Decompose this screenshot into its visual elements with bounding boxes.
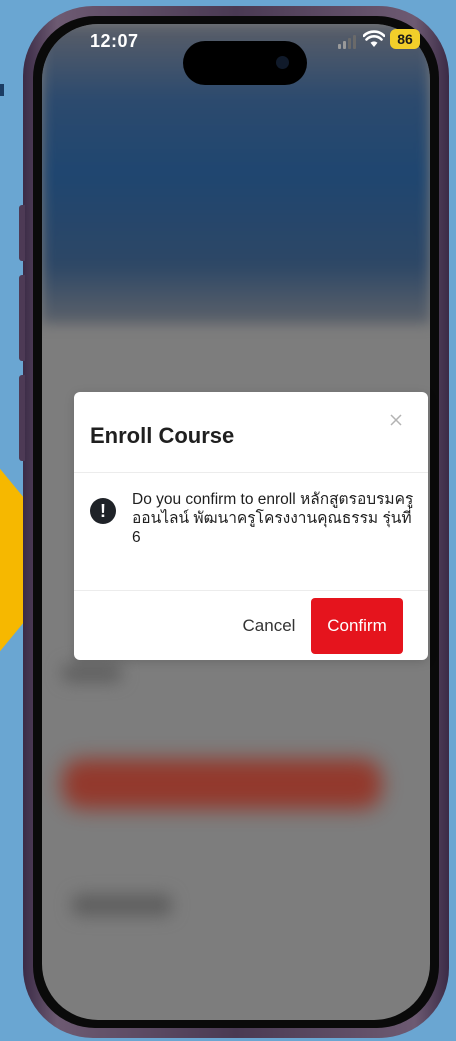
cellular-signal-icon [338,33,358,49]
blurred-text [72,894,172,916]
side-button [19,375,25,461]
volume-down-button [19,275,25,361]
dialog-title: Enroll Course [90,423,235,448]
exclamation-circle-icon: ! [90,498,116,524]
dialog-footer-divider [74,590,428,591]
cancel-button[interactable]: Cancel [234,598,304,654]
blurred-enroll-button [62,759,382,809]
wifi-icon [363,30,385,47]
volume-up-button [19,205,25,261]
close-icon[interactable] [386,410,406,430]
enroll-course-dialog: Enroll Course ! Do you confirm to enroll… [74,392,428,660]
confirm-button[interactable]: Confirm [311,598,403,654]
dynamic-island [183,41,307,85]
screenshot-stage: 12:07 86 Enroll Course ! Do you confirm … [0,0,456,1041]
blurred-text [62,664,122,682]
edge-mark [0,84,4,96]
status-time: 12:07 [90,31,139,51]
front-camera [276,56,289,69]
battery-indicator: 86 [390,29,420,49]
dialog-message: Do you confirm to enroll หลักสูตรอบรมครู… [132,491,414,546]
dialog-header-divider [74,472,428,473]
